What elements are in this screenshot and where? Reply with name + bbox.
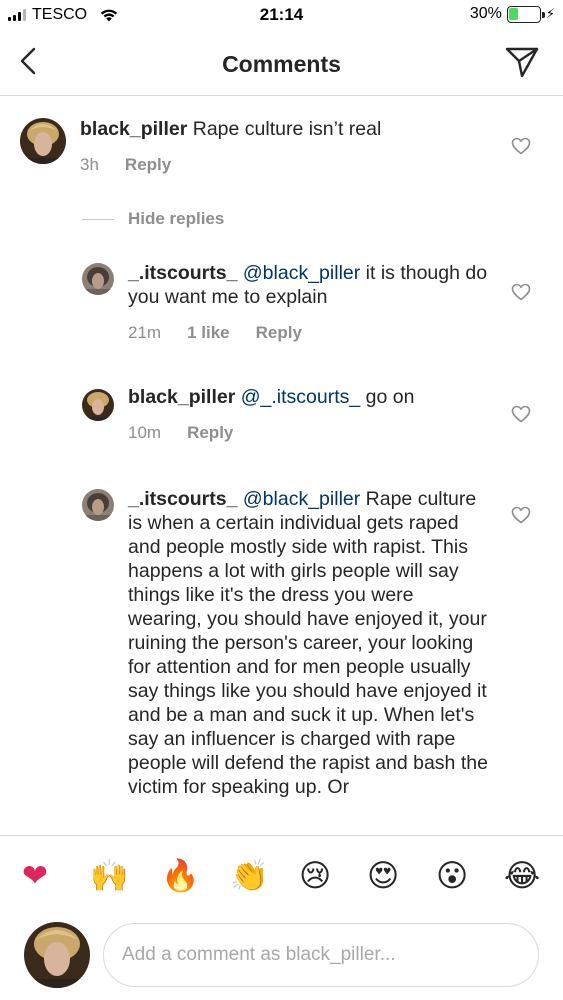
reply-username[interactable]: black_piller	[128, 386, 235, 408]
comment-username[interactable]: black_piller	[80, 118, 187, 140]
tears-of-joy-emoji-icon[interactable]: 😂	[504, 858, 540, 894]
emoji-reaction-bar: ❤ 🙌 🔥 👏 😢 😍 😮 😂	[0, 835, 563, 918]
reply-button[interactable]: Reply	[256, 323, 302, 343]
avatar[interactable]	[20, 118, 66, 164]
heart-icon[interactable]	[511, 506, 531, 524]
reply-meta: 10m Reply	[128, 423, 233, 443]
raising-hands-emoji-icon[interactable]: 🙌	[90, 858, 129, 894]
reply-item: _.itscourts_ @black_piller Rape culture …	[0, 469, 563, 835]
avatar[interactable]	[82, 489, 114, 521]
battery-percent: 30%	[469, 5, 502, 22]
battery-icon	[506, 5, 545, 23]
heart-icon[interactable]	[511, 137, 531, 155]
fire-emoji-icon[interactable]: 🔥	[161, 858, 200, 894]
heart-icon[interactable]	[511, 283, 531, 301]
reply-button[interactable]: Reply	[125, 155, 171, 175]
comments-list[interactable]: black_piller Rape culture isn’t real 3h …	[0, 97, 563, 835]
comment-meta: 3h Reply	[80, 155, 171, 175]
comment-composer	[0, 918, 563, 1000]
reply-text: go on	[365, 386, 415, 408]
crying-face-emoji-icon[interactable]: 😢	[299, 858, 331, 894]
mention-link[interactable]: @_.itscourts_	[241, 386, 361, 408]
current-user-avatar[interactable]	[24, 922, 90, 988]
clapping-hands-emoji-icon[interactable]: 👏	[230, 858, 269, 894]
reply-item: _.itscourts_ @black_piller it is though …	[0, 247, 563, 357]
reply-body: black_piller @_.itscourts_ go on	[128, 385, 488, 409]
mention-link[interactable]: @black_piller	[243, 488, 360, 510]
heart-eyes-emoji-icon[interactable]: 😍	[367, 858, 399, 894]
status-right: 30% ⚡	[470, 5, 555, 23]
avatar[interactable]	[82, 263, 114, 295]
red-heart-emoji-icon[interactable]: ❤	[22, 858, 48, 894]
reply-time: 10m	[128, 423, 162, 442]
comment-body: black_piller Rape culture isn’t real	[80, 117, 480, 141]
reply-username[interactable]: _.itscourts_	[128, 262, 237, 284]
heart-icon[interactable]	[511, 405, 531, 423]
reply-time: 21m	[128, 323, 162, 342]
hide-replies-label: Hide replies	[128, 209, 225, 228]
reply-body: _.itscourts_ @black_piller it is though …	[128, 261, 488, 309]
reply-button[interactable]: Reply	[187, 423, 233, 443]
battery-level	[509, 8, 519, 20]
reply-item: black_piller @_.itscourts_ go on 10m Rep…	[0, 369, 563, 469]
avatar[interactable]	[82, 389, 114, 421]
hide-replies-button[interactable]: Hide replies	[82, 209, 224, 229]
status-bar: TESCO 21:14 30% ⚡	[0, 0, 563, 32]
page-title: Comments	[222, 51, 341, 77]
divider-line	[82, 218, 114, 220]
comment-time: 3h	[80, 155, 99, 174]
header: Comments	[0, 32, 563, 96]
mention-link[interactable]: @black_piller	[243, 262, 360, 284]
back-chevron-icon[interactable]	[14, 46, 44, 76]
charging-bolt-icon: ⚡	[545, 6, 555, 21]
likes-count[interactable]: 1 like	[187, 323, 230, 343]
surprised-face-emoji-icon[interactable]: 😮	[436, 858, 468, 894]
comment-item: black_piller Rape culture isn’t real 3h …	[0, 97, 563, 197]
reply-meta: 21m 1 like Reply	[128, 323, 302, 343]
reply-text: Rape culture is when a certain individua…	[128, 488, 488, 798]
paper-plane-icon[interactable]	[505, 46, 539, 78]
reply-body: _.itscourts_ @black_piller Rape culture …	[128, 487, 488, 799]
reply-username[interactable]: _.itscourts_	[128, 488, 237, 510]
comment-input[interactable]	[103, 923, 539, 987]
comment-text: Rape culture isn’t real	[192, 118, 382, 140]
